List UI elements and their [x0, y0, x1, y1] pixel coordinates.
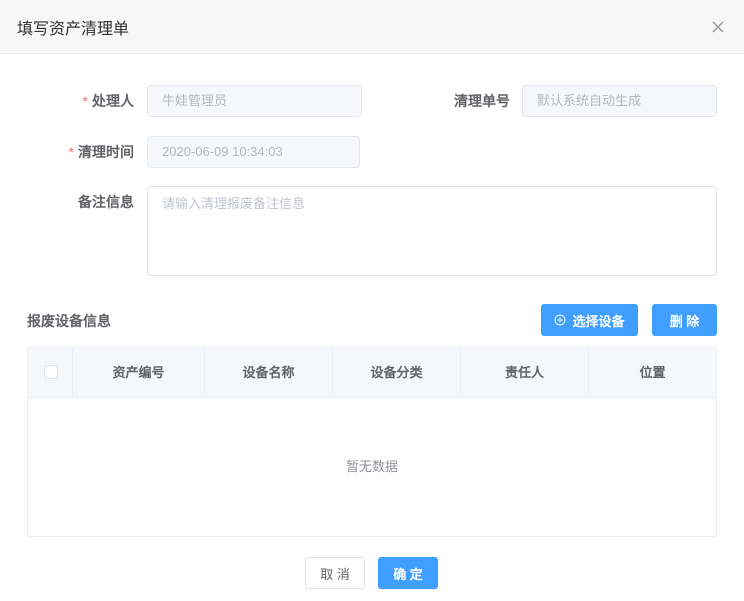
select-equipment-label: 选择设备 [572, 313, 625, 329]
dialog-header: 填写资产清理单 [0, 0, 744, 54]
column-asset-no: 资产编号 [73, 348, 205, 397]
column-location: 位置 [639, 365, 666, 380]
required-mark: * [82, 93, 88, 109]
table-header: 资产编号 设备名称 设备分类 责任人 位置 [28, 348, 716, 398]
handler-label: * 处理人 [82, 93, 134, 109]
dialog-title: 填写资产清理单 [17, 21, 130, 38]
clear-time-field[interactable]: 2020-06-09 10:34:03 [147, 136, 360, 168]
close-icon[interactable] [709, 18, 727, 36]
cleanup-dialog: 填写资产清理单 * 处理人 牛娃管理员 清理单号 默认系统自动生成 * 清理时间 2… [0, 0, 744, 601]
empty-text: 暂无数据 [345, 459, 398, 474]
plus-circle-icon [554, 314, 566, 326]
select-all-checkbox[interactable] [44, 365, 58, 379]
remark-label: 备注信息 [78, 194, 134, 210]
order-no-field[interactable]: 默认系统自动生成 [522, 85, 717, 117]
confirm-button[interactable]: 确 定 [378, 557, 438, 589]
section-title: 报废设备信息 [27, 313, 111, 329]
clear-time-label: * 清理时间 [68, 144, 134, 160]
select-all-column [28, 348, 73, 397]
cancel-button[interactable]: 取 消 [305, 557, 365, 589]
select-equipment-button[interactable]: 选择设备 [541, 304, 638, 336]
order-no-label: 清理单号 [454, 93, 510, 109]
handler-field[interactable]: 牛娃管理员 [147, 85, 362, 117]
required-mark: * [68, 144, 74, 160]
column-device-category: 设备分类 [333, 348, 461, 397]
column-device-name: 设备名称 [205, 348, 333, 397]
remark-textarea[interactable] [147, 186, 717, 276]
column-owner: 责任人 [461, 348, 589, 397]
equipment-table: 资产编号 设备名称 设备分类 责任人 位置 暂无数据 [27, 347, 717, 537]
delete-button[interactable]: 删 除 [652, 304, 717, 336]
